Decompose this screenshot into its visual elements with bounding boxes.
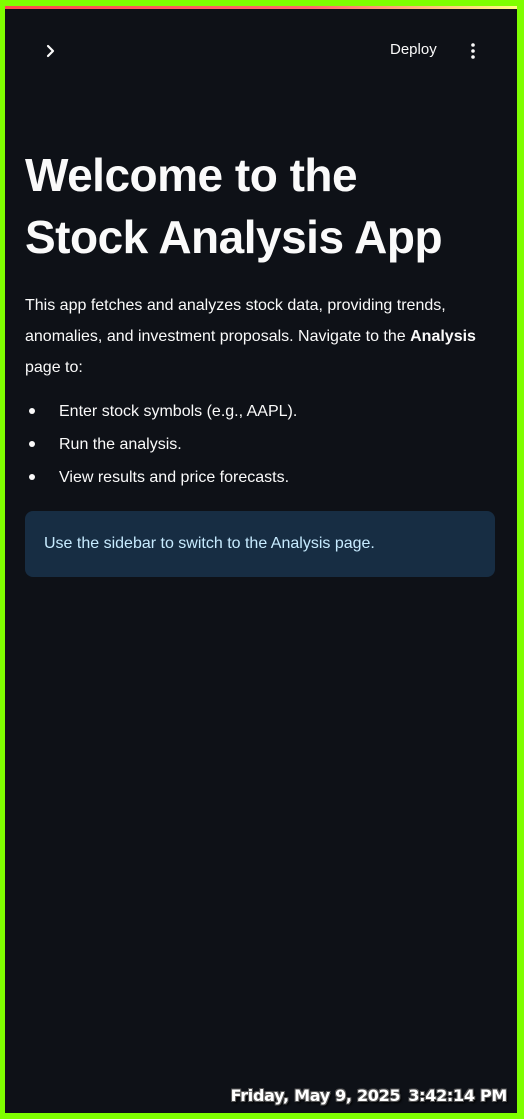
intro-paragraph: This app fetches and analyzes stock data… xyxy=(25,290,495,383)
deploy-button[interactable]: Deploy xyxy=(390,41,437,58)
list-item: View results and price forecasts. xyxy=(25,461,495,494)
intro-tail: page to: xyxy=(25,359,83,376)
more-vertical-icon xyxy=(471,43,475,59)
page-title-line-1: Welcome to the xyxy=(25,149,358,201)
main-menu-button[interactable] xyxy=(463,41,483,61)
app-header: Deploy xyxy=(5,9,517,67)
list-item-text: Run the analysis. xyxy=(59,436,182,453)
list-item: Enter stock symbols (e.g., AAPL). xyxy=(25,395,495,428)
list-item: Run the analysis. xyxy=(25,428,495,461)
info-alert: Use the sidebar to switch to the Analysi… xyxy=(25,511,495,577)
sidebar-toggle-button[interactable] xyxy=(41,39,61,63)
page-title: Welcome to the Stock Analysis App xyxy=(25,144,495,268)
feature-list: Enter stock symbols (e.g., AAPL). Run th… xyxy=(25,395,495,494)
list-item-text: View results and price forecasts. xyxy=(59,469,290,486)
app-window: Deploy Welcome to the Stock Analysis App… xyxy=(5,6,517,1113)
bullet-icon xyxy=(29,441,35,447)
list-item-text: Enter stock symbols (e.g., AAPL). xyxy=(59,403,298,420)
page-title-line-2: Stock Analysis App xyxy=(25,211,443,263)
timestamp-time: 3:42:14 PM xyxy=(408,1086,507,1105)
bullet-icon xyxy=(29,408,35,414)
timestamp-date: Friday, May 9, 2025 xyxy=(230,1086,401,1105)
info-alert-text: Use the sidebar to switch to the Analysi… xyxy=(44,535,375,552)
intro-bold-analysis: Analysis xyxy=(410,328,476,345)
bullet-icon xyxy=(29,474,35,480)
timestamp-overlay: Friday, May 9, 2025 3:42:14 PM xyxy=(230,1086,508,1105)
intro-text: This app fetches and analyzes stock data… xyxy=(25,297,446,345)
chevron-right-icon xyxy=(46,44,55,58)
main-content: Welcome to the Stock Analysis App This a… xyxy=(25,144,495,577)
